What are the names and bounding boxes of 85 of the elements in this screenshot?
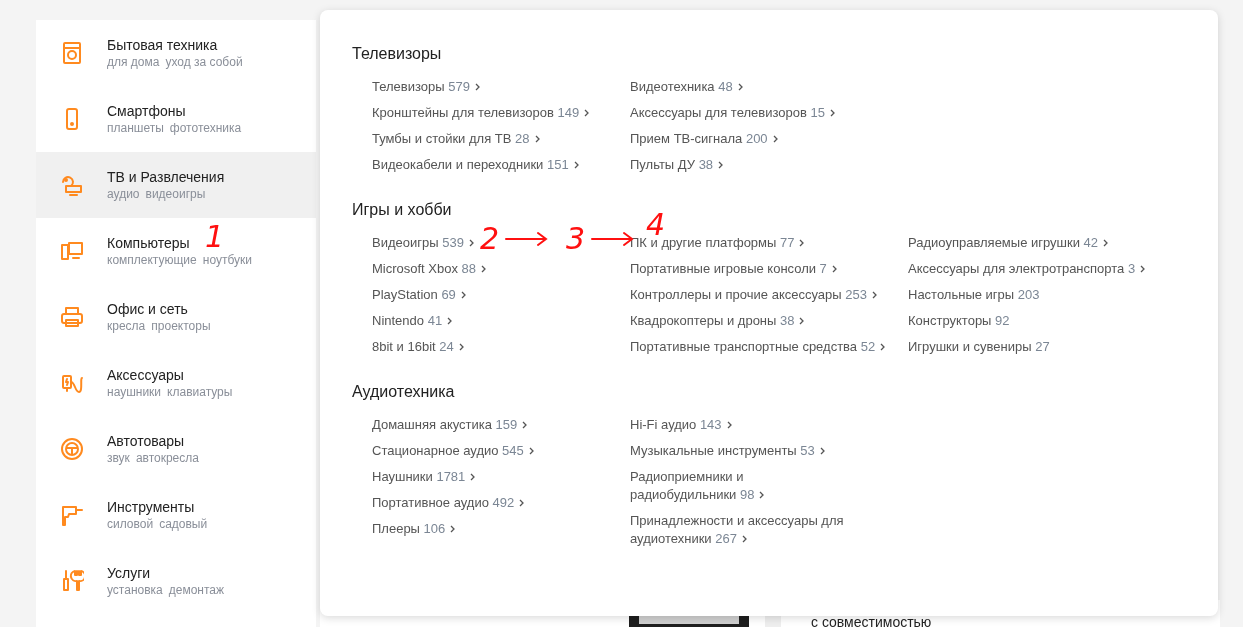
steering-wheel-icon [60, 437, 84, 461]
section-heading: Телевизоры [352, 44, 443, 64]
chevron-right-icon [829, 109, 836, 117]
chevron-right-icon [522, 421, 529, 429]
handwritten-number: 4 [646, 210, 666, 240]
category-title: Бытовая техника [107, 36, 218, 54]
subcategory-link[interactable]: Радиоприемники и радиобудильники 98 [630, 464, 880, 508]
chevron-right-icon [460, 291, 467, 299]
wrench-screwdriver-icon [60, 569, 84, 593]
subcategory-link[interactable]: Аксессуары для телевизоров 15 [630, 100, 836, 126]
subcategory-link[interactable]: Радиоуправляемые игрушки 42 [908, 230, 1110, 256]
subcategory-link[interactable]: Кронштейны для телевизоров 149 [372, 100, 591, 126]
subcategory-link[interactable]: 8bit и 16bit 24 [372, 334, 465, 360]
chevron-right-icon [880, 343, 887, 351]
subcategory-link[interactable]: Портативное аудио 492 [372, 490, 526, 516]
chevron-right-icon [799, 317, 806, 325]
category-title: Аксессуары [107, 366, 184, 384]
subcategory-link[interactable]: Конструкторы 92 [908, 308, 1010, 334]
chevron-right-icon [772, 135, 779, 143]
category-title: Компьютеры [107, 234, 190, 252]
subcategory-link[interactable]: Видеоигры 539 [372, 230, 475, 256]
subcategory-link[interactable]: Контроллеры и прочие аксессуары 253 [630, 282, 878, 308]
chevron-right-icon [1103, 239, 1110, 247]
subcategory-link[interactable]: Аксессуары для электротранспорта 3 [908, 256, 1147, 282]
category-title: Услуги [107, 564, 151, 582]
category-title: ТВ и Развлечения [107, 168, 225, 186]
subcategory-link[interactable]: PlayStation 69 [372, 282, 467, 308]
chevron-right-icon [741, 535, 748, 543]
section-heading: Аудиотехника [352, 382, 456, 402]
chevron-right-icon [447, 317, 454, 325]
chevron-right-icon [718, 161, 725, 169]
subcategory-link[interactable]: Настольные игры 203 [908, 282, 1040, 308]
category-title: Инструменты [107, 498, 195, 516]
category-title: Автотовары [107, 432, 185, 450]
desktop-computer-icon [60, 239, 84, 263]
subcategory-link[interactable]: Прием ТВ-сигнала 200 [630, 126, 779, 152]
subcategory-link[interactable]: Музыкальные инструменты 53 [630, 438, 826, 464]
subcategory-link[interactable]: Игрушки и сувениры 27 [908, 334, 1050, 360]
washer-icon [60, 41, 84, 65]
chevron-right-icon [528, 447, 535, 455]
arrow-icon [504, 231, 550, 247]
chevron-right-icon [474, 83, 481, 91]
chevron-right-icon [726, 421, 733, 429]
chevron-right-icon [759, 491, 766, 499]
chevron-right-icon [819, 447, 826, 455]
chevron-right-icon [584, 109, 591, 117]
printer-icon [60, 305, 84, 329]
subcategory-link[interactable]: Microsoft Xbox 88 [372, 256, 488, 282]
handwritten-number: 1 [205, 222, 225, 252]
chevron-right-icon [481, 265, 488, 273]
chevron-right-icon [534, 135, 541, 143]
chevron-right-icon [450, 525, 457, 533]
chevron-right-icon [871, 291, 878, 299]
subcategory-link[interactable]: Hi-Fi аудио 143 [630, 412, 733, 438]
category-title: Смартфоны [107, 102, 186, 120]
subcategory-link[interactable]: Плееры 106 [372, 516, 457, 542]
drill-icon [60, 503, 84, 527]
subcategory-link[interactable]: Портативные игровые консоли 7 [630, 256, 838, 282]
chevron-right-icon [468, 239, 475, 247]
subcategory-link[interactable]: Пульты ДУ 38 [630, 152, 725, 178]
subcategory-link[interactable]: Стационарное аудио 545 [372, 438, 535, 464]
chevron-right-icon [519, 499, 526, 507]
monitor-gamepad-icon [60, 173, 84, 197]
subcategory-link[interactable]: Портативные транспортные средства 52 [630, 334, 887, 360]
subcategory-link[interactable]: Домашняя акустика 159 [372, 412, 529, 438]
chevron-right-icon [737, 83, 744, 91]
chevron-right-icon [1140, 265, 1147, 273]
subcategory-link[interactable]: Квадрокоптеры и дроны 38 [630, 308, 806, 334]
chevron-right-icon [799, 239, 806, 247]
subcategory-link[interactable]: Наушники 1781 [372, 464, 477, 490]
subcategory-link[interactable]: Телевизоры 579 [372, 74, 481, 100]
section-heading: Игры и хобби [352, 200, 453, 220]
product-description: с совместимостью [811, 613, 932, 627]
subcategory-link[interactable]: Видеотехника 48 [630, 74, 744, 100]
subcategory-link[interactable]: Видеокабели и переходники 151 [372, 152, 580, 178]
handwritten-number: 2 [480, 224, 500, 254]
chevron-right-icon [573, 161, 580, 169]
subcategory-link[interactable]: Принадлежности и аксессуары для аудиотехники 267 [630, 508, 880, 552]
subcategory-link[interactable]: Тумбы и стойки для ТВ 28 [372, 126, 541, 152]
chevron-right-icon [458, 343, 465, 351]
handwritten-number: 3 [566, 224, 586, 254]
chevron-right-icon [831, 265, 838, 273]
subcategory-link[interactable]: Nintendo 41 [372, 308, 454, 334]
chevron-right-icon [470, 473, 477, 481]
category-title: Офис и сеть [107, 300, 188, 318]
